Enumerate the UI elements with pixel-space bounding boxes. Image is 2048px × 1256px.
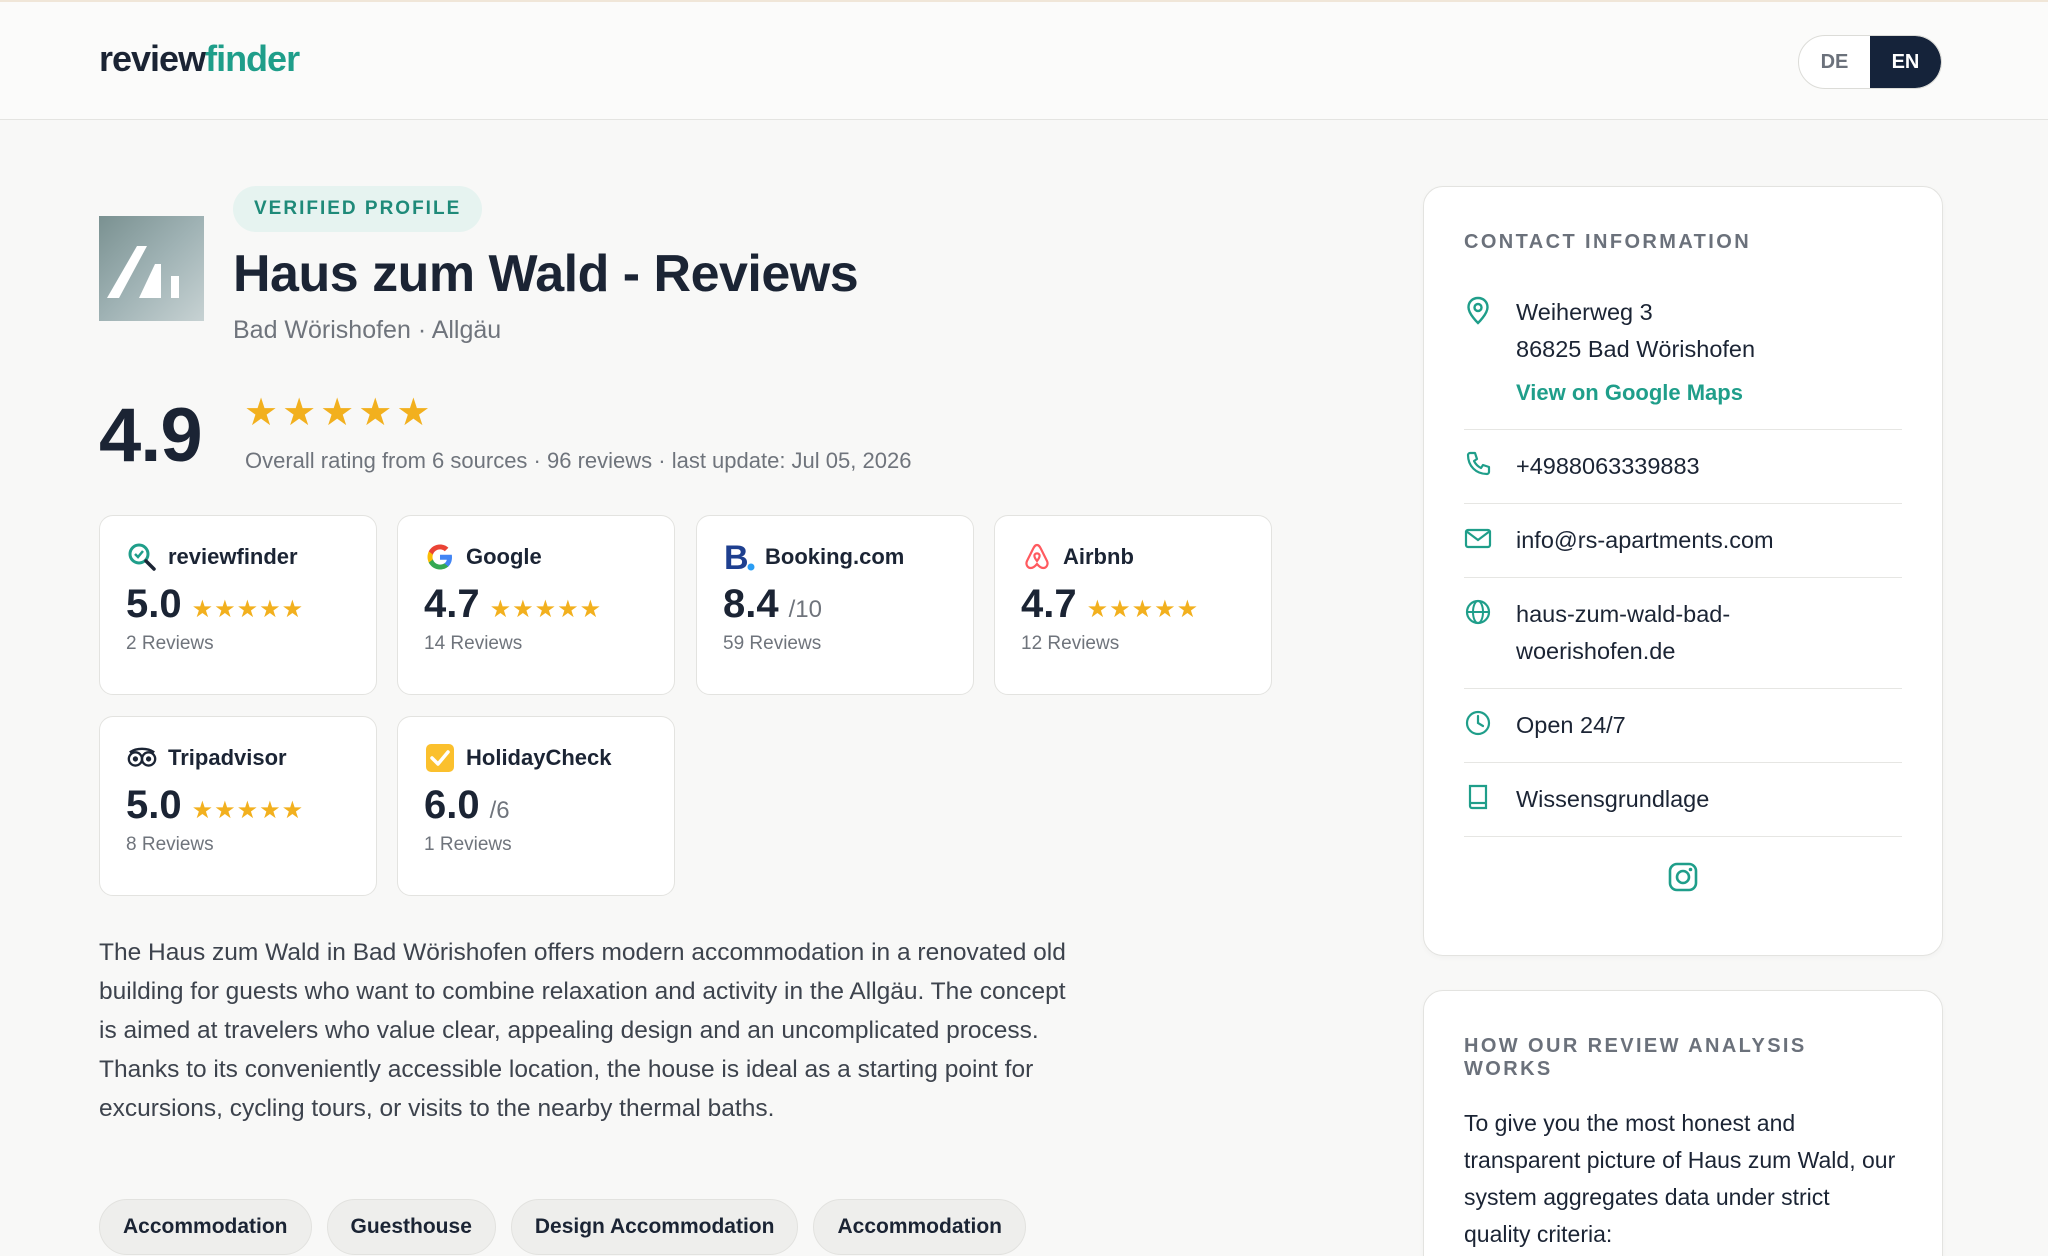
instagram-icon[interactable]	[1667, 861, 1699, 898]
website-line-1: haus-zum-wald-bad-	[1516, 601, 1731, 627]
tag-design-accommodation[interactable]: Design Accommodation	[510, 1199, 799, 1255]
knowledge-base-link: Wissensgrundlage	[1516, 786, 1710, 812]
source-stars: ★★★★★	[191, 596, 305, 623]
source-score: 4.7	[424, 582, 480, 626]
tag-accommodation-2[interactable]: Accommodation	[813, 1199, 1026, 1255]
source-review-count: 12 Reviews	[1021, 633, 1120, 654]
source-name: Tripadvisor	[168, 745, 287, 770]
source-review-count: 59 Reviews	[723, 633, 822, 654]
source-review-count: 2 Reviews	[126, 633, 214, 654]
holidaycheck-icon	[424, 742, 456, 774]
review-analysis-text: To give you the most honest and transpar…	[1464, 1110, 1896, 1247]
contact-address-row: Weiherweg 3 86825 Bad Wörishofen View on…	[1464, 288, 1902, 430]
star-icon: ★	[320, 392, 355, 434]
contact-knowledge-row[interactable]: Wissensgrundlage	[1464, 763, 1902, 837]
source-stars: ★★★★★	[489, 596, 603, 623]
source-score: 6.0	[424, 783, 480, 827]
source-score: 4.7	[1021, 582, 1077, 626]
property-description: The Haus zum Wald in Bad Wörishofen offe…	[99, 939, 1066, 1122]
source-card-reviewfinder[interactable]: reviewfinder 5.0 ★★★★★ 2 Reviews	[99, 515, 377, 695]
tag-accommodation[interactable]: Accommodation	[99, 1199, 312, 1255]
source-name: HolidayCheck	[466, 745, 612, 770]
contact-information-panel: CONTACT INFORMATION Weiherweg 3 86825 Ba…	[1423, 186, 1943, 956]
source-score: 5.0	[126, 783, 182, 827]
category-tags: Accommodation Guesthouse Design Accommod…	[99, 1199, 1026, 1255]
source-card-holidaycheck[interactable]: HolidayCheck 6.0 /6 1 Reviews	[397, 716, 675, 896]
verified-profile-badge: VERIFIED PROFILE	[233, 186, 483, 232]
overall-rating-stars: ★ ★ ★ ★ ★	[244, 394, 430, 432]
contact-phone-row[interactable]: +4988063339883	[1464, 430, 1902, 504]
property-logo-icon	[107, 246, 179, 298]
overall-rating-value: 4.9	[99, 393, 203, 478]
svg-text:B: B	[724, 541, 749, 573]
source-card-airbnb[interactable]: Airbnb 4.7 ★★★★★ 12 Reviews	[994, 515, 1272, 695]
star-icon: ★	[358, 392, 393, 434]
site-logo[interactable]: reviewfinder	[99, 38, 300, 80]
website-line-2: woerishofen.de	[1516, 638, 1676, 664]
google-icon	[424, 541, 456, 573]
source-review-count: 1 Reviews	[424, 834, 512, 855]
property-logo-image	[99, 216, 204, 321]
map-pin-icon	[1464, 294, 1494, 411]
source-name: Google	[466, 544, 542, 569]
contact-website-row[interactable]: haus-zum-wald-bad- woerishofen.de	[1464, 578, 1902, 689]
contact-phone: +4988063339883	[1516, 453, 1700, 479]
source-score: 8.4	[723, 582, 779, 626]
opening-hours: Open 24/7	[1516, 712, 1626, 738]
source-name: reviewfinder	[168, 544, 298, 569]
language-switcher: DE EN	[1798, 35, 1942, 89]
star-icon: ★	[396, 392, 431, 434]
contact-email: info@rs-apartments.com	[1516, 527, 1774, 553]
source-name: Airbnb	[1063, 544, 1134, 569]
review-analysis-title: HOW OUR REVIEW ANALYSIS WORKS	[1464, 1035, 1807, 1080]
star-icon: ★	[244, 392, 279, 434]
language-option-en[interactable]: EN	[1870, 36, 1941, 88]
language-option-de[interactable]: DE	[1799, 36, 1870, 88]
top-header: reviewfinder DE EN	[0, 0, 2048, 120]
contact-hours-row: Open 24/7	[1464, 689, 1902, 763]
clock-icon	[1464, 707, 1494, 744]
page-title: Haus zum Wald - Reviews	[233, 245, 859, 303]
globe-icon	[1464, 596, 1494, 670]
source-stars: ★★★★★	[191, 797, 305, 824]
source-review-count: 14 Reviews	[424, 633, 523, 654]
source-stars: ★★★★★	[1086, 596, 1200, 623]
tag-guesthouse[interactable]: Guesthouse	[326, 1199, 496, 1255]
contact-panel-title: CONTACT INFORMATION	[1464, 231, 1752, 253]
review-analysis-panel: HOW OUR REVIEW ANALYSIS WORKS To give yo…	[1423, 990, 1943, 1256]
address-city: 86825 Bad Wörishofen	[1516, 336, 1756, 362]
book-icon	[1464, 781, 1494, 818]
source-score-unit: /6	[489, 797, 510, 824]
source-card-booking[interactable]: B Booking.com 8.4 /10 59 Reviews	[696, 515, 974, 695]
booking-icon: B	[723, 541, 755, 573]
source-score: 5.0	[126, 582, 182, 626]
address-street: Weiherweg 3	[1516, 299, 1653, 325]
phone-icon	[1464, 448, 1494, 485]
google-maps-link[interactable]: View on Google Maps	[1516, 374, 1755, 411]
tripadvisor-icon	[126, 742, 158, 774]
logo-text-review: review	[99, 38, 206, 79]
logo-text-finder: finder	[205, 38, 300, 79]
contact-email-row[interactable]: info@rs-apartments.com	[1464, 504, 1902, 578]
source-card-tripadvisor[interactable]: Tripadvisor 5.0 ★★★★★ 8 Reviews	[99, 716, 377, 896]
source-review-count: 8 Reviews	[126, 834, 214, 855]
source-card-google[interactable]: Google 4.7 ★★★★★ 14 Reviews	[397, 515, 675, 695]
source-score-unit: /10	[788, 596, 822, 623]
star-icon: ★	[282, 392, 317, 434]
source-name: Booking.com	[765, 544, 905, 569]
mail-icon	[1464, 522, 1494, 559]
search-check-icon	[126, 541, 158, 573]
airbnb-icon	[1021, 541, 1053, 573]
overall-rating-summary: Overall rating from 6 sources · 96 revie…	[245, 448, 912, 473]
property-location: Bad Wörishofen · Allgäu	[233, 316, 502, 344]
